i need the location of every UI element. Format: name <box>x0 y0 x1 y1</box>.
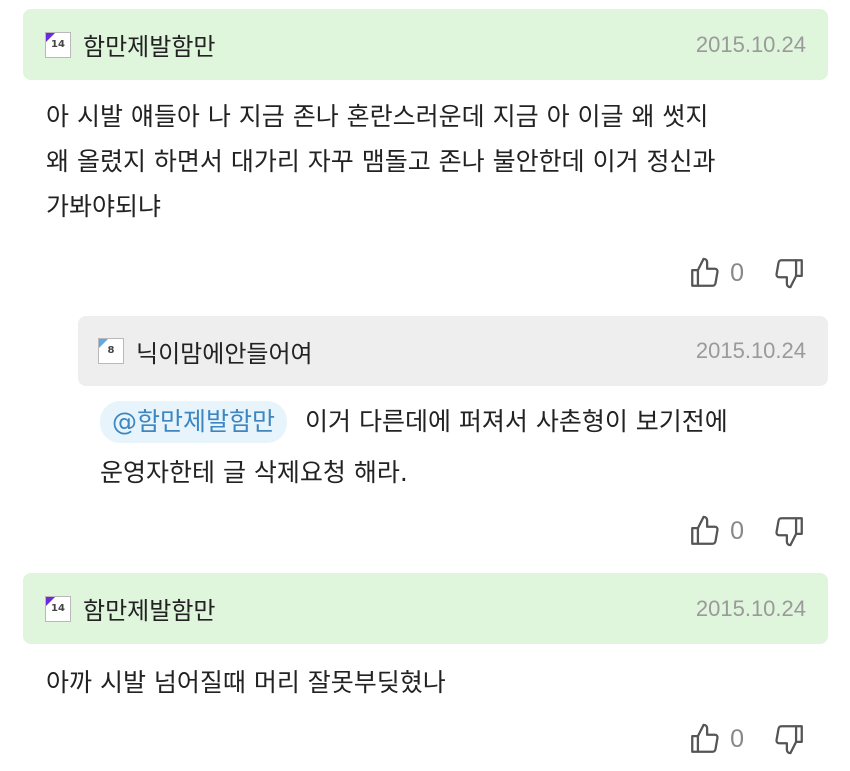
vote-bar: 0 <box>688 722 806 756</box>
comment-author[interactable]: 함만제발함만 <box>83 27 696 62</box>
thumbs-up-icon[interactable] <box>688 722 722 756</box>
comment-header: 14 함만제발함만 2015.10.24 <box>23 9 828 80</box>
like-count: 0 <box>730 516 744 545</box>
comment-header: 14 함만제발함만 2015.10.24 <box>23 573 828 644</box>
comment-author[interactable]: 닉이맘에안들어여 <box>136 334 696 369</box>
vote-bar: 0 <box>688 514 806 548</box>
thumbs-up-icon[interactable] <box>688 256 722 290</box>
level-badge-icon: 8 <box>98 338 124 364</box>
comment-date: 2015.10.24 <box>695 31 806 57</box>
comment-line: 가봐야되냐 <box>46 192 162 221</box>
comment-line: 이거 다른데에 퍼져서 사촌형이 보기전에 <box>305 407 728 436</box>
comment-line: 왜 올렸지 하면서 대가리 자꾸 맴돌고 존나 불안한데 이거 정신과 <box>46 147 716 176</box>
mention-tag[interactable]: @함만제발함만 <box>100 401 288 443</box>
comment-line: 아 시발 얘들아 나 지금 존나 혼란스러운데 지금 아 이글 왜 썻지 <box>46 102 709 131</box>
like-count: 0 <box>730 724 744 753</box>
vote-bar: 0 <box>688 256 806 290</box>
comment-body: 아까 시발 넘어질때 머리 잘못부딪혔나 <box>46 660 836 705</box>
comment-author[interactable]: 함만제발함만 <box>83 591 696 626</box>
comment-line: 운영자한테 글 삭제요청 해라. <box>100 458 408 487</box>
reply-header: 8 닉이맘에안들어여 2015.10.24 <box>78 316 828 386</box>
comment-date: 2015.10.24 <box>695 595 806 621</box>
thumbs-down-icon[interactable] <box>772 256 806 290</box>
level-badge-icon: 14 <box>45 31 71 58</box>
thumbs-up-icon[interactable] <box>688 514 722 548</box>
like-count: 0 <box>730 258 744 287</box>
level-badge-icon: 14 <box>45 595 71 622</box>
thumbs-down-icon[interactable] <box>772 722 806 756</box>
comment-body: @함만제발함만 이거 다른데에 퍼져서 사촌형이 보기전에 운영자한테 글 삭제요… <box>100 399 830 495</box>
comment-body: 아 시발 얘들아 나 지금 존나 혼란스러운데 지금 아 이글 왜 썻지 왜 올… <box>46 94 836 229</box>
thumbs-down-icon[interactable] <box>772 514 806 548</box>
comment-line: 아까 시발 넘어질때 머리 잘못부딪혔나 <box>46 668 446 697</box>
comment-date: 2015.10.24 <box>695 338 806 363</box>
